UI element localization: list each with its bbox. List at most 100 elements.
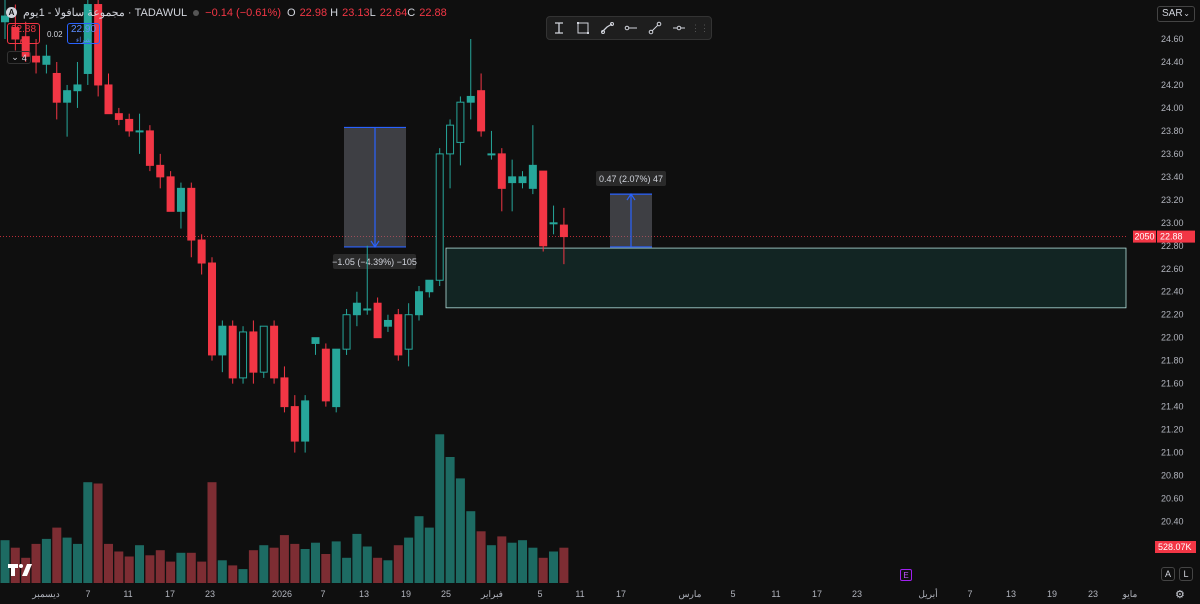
- symbol-title[interactable]: مجموعة سافولا - 1يوم · TADAWUL: [23, 6, 187, 19]
- candle-body: [114, 113, 123, 120]
- earnings-marker[interactable]: E: [900, 569, 912, 581]
- horizontal-ray-icon[interactable]: [619, 17, 643, 39]
- volume-bar: [311, 542, 320, 583]
- candle-body: [394, 314, 403, 356]
- indicator-count: 4: [21, 52, 27, 63]
- time-tick-label: 7: [85, 589, 90, 599]
- volume-bar: [373, 557, 383, 583]
- volume-bar: [528, 547, 538, 583]
- volume-bar: [507, 542, 517, 583]
- candle-body: [342, 314, 351, 350]
- candle-body: [415, 291, 423, 316]
- candle-body: [32, 55, 41, 63]
- buy-price: 22.90: [70, 24, 97, 35]
- text-cursor-icon[interactable]: [547, 17, 571, 39]
- currency-select[interactable]: SAR ⌄: [1157, 6, 1195, 22]
- volume-bar: [83, 482, 93, 583]
- sell-button[interactable]: 22.88 بيع: [7, 23, 40, 44]
- volume-bar: [176, 552, 186, 583]
- price-tick-label: 24.60: [1161, 34, 1184, 44]
- price-change: −0.14 (−0.61%): [205, 6, 281, 19]
- chevron-down-icon: ⌄: [11, 52, 19, 62]
- price-tick-label: 23.80: [1161, 126, 1184, 136]
- price-tick-label: 23.60: [1161, 149, 1184, 159]
- candle-body: [466, 95, 475, 103]
- price-tick-label: 22.20: [1161, 310, 1184, 320]
- sell-label: بيع: [19, 37, 28, 44]
- candle-body: [104, 84, 113, 115]
- volume-bar: [455, 478, 465, 583]
- time-tick-label: 25: [441, 589, 451, 599]
- volume-bar: [217, 560, 227, 583]
- open-value: 22.98: [299, 6, 328, 19]
- volume-bar: [352, 533, 362, 583]
- ohlc-value: 22.64: [379, 6, 408, 19]
- volume-bar: [135, 545, 144, 583]
- time-tick-label: 19: [1047, 589, 1057, 599]
- time-tick-label: 11: [771, 589, 780, 599]
- candle-body: [135, 130, 144, 133]
- candle-body: [145, 130, 154, 166]
- price-chart[interactable]: −1.05 (−4.39%) −105 0.47 (2.07%) 47 24.60 2…: [0, 0, 1200, 604]
- price-tick-label: 21.40: [1161, 402, 1184, 412]
- rectangle-icon[interactable]: [571, 17, 595, 39]
- candle-body: [446, 124, 455, 155]
- candle-body: [497, 153, 506, 189]
- candle-body: [487, 153, 496, 156]
- buy-button[interactable]: 22.90 شراء: [67, 23, 100, 44]
- candle-body: [373, 302, 382, 339]
- candle-body: [435, 153, 444, 281]
- candle-body: [301, 400, 310, 442]
- candle-body: [404, 314, 413, 350]
- volume-bar: [290, 543, 300, 583]
- measure-up-label: 0.47 (2.07%) 47: [599, 174, 663, 184]
- volume-bar: [476, 531, 486, 583]
- volume-bar: [342, 557, 352, 583]
- time-tick-label: 17: [812, 589, 822, 599]
- time-tick-label: 7: [320, 589, 325, 599]
- ohlc-value: 22.88: [419, 6, 447, 19]
- volume-label: 528.07K: [1158, 542, 1192, 552]
- log-scale-button[interactable]: L: [1179, 567, 1193, 581]
- time-tick-label: 2026: [272, 589, 292, 599]
- brush-icon[interactable]: [595, 17, 619, 39]
- trend-line-icon[interactable]: [643, 17, 667, 39]
- volume-bar: [31, 543, 41, 583]
- tradingview-logo-icon[interactable]: [8, 564, 32, 577]
- candle-body: [383, 319, 392, 327]
- volume-bar: [538, 557, 548, 583]
- volume-bar: [238, 569, 248, 583]
- volume-bar: [383, 560, 393, 583]
- candle-body: [52, 72, 61, 103]
- price-tick-label: 21.80: [1161, 356, 1184, 366]
- candle-body: [518, 176, 527, 184]
- volume-bar: [207, 482, 217, 583]
- volume-bar: [114, 551, 124, 583]
- volume-bar: [497, 536, 507, 583]
- symbol-legend: A مجموعة سافولا - 1يوم · TADAWUL −0.14 (…: [6, 6, 447, 19]
- settings-gear-icon[interactable]: ⚙: [1175, 588, 1185, 601]
- volume-bar: [466, 511, 476, 583]
- candle-body: [218, 325, 227, 356]
- candle-body: [42, 55, 51, 65]
- candle-body: [528, 164, 537, 189]
- volume-bar: [414, 516, 424, 583]
- time-tick-label: 5: [730, 589, 735, 599]
- horizontal-line-icon[interactable]: [667, 17, 691, 39]
- volume-bar: [93, 483, 103, 583]
- currency-label: SAR: [1162, 8, 1183, 19]
- time-tick-label: 13: [1006, 589, 1016, 599]
- price-tick-label: 22.40: [1161, 287, 1184, 297]
- auto-scale-button[interactable]: A: [1161, 567, 1175, 581]
- time-tick-label: مايو: [1122, 589, 1138, 600]
- symbol-logo-icon: A: [6, 7, 17, 18]
- candle-body: [332, 348, 341, 408]
- candle-body: [352, 302, 361, 316]
- indicators-collapse-button[interactable]: ⌄ 4: [7, 51, 31, 64]
- volume-bar: [269, 547, 279, 583]
- volume-bar: [259, 545, 269, 583]
- volume-bar: [486, 545, 496, 583]
- volume-bar: [155, 550, 165, 583]
- drag-handle-icon[interactable]: ⋮⋮: [691, 23, 709, 34]
- candle-body: [187, 187, 196, 241]
